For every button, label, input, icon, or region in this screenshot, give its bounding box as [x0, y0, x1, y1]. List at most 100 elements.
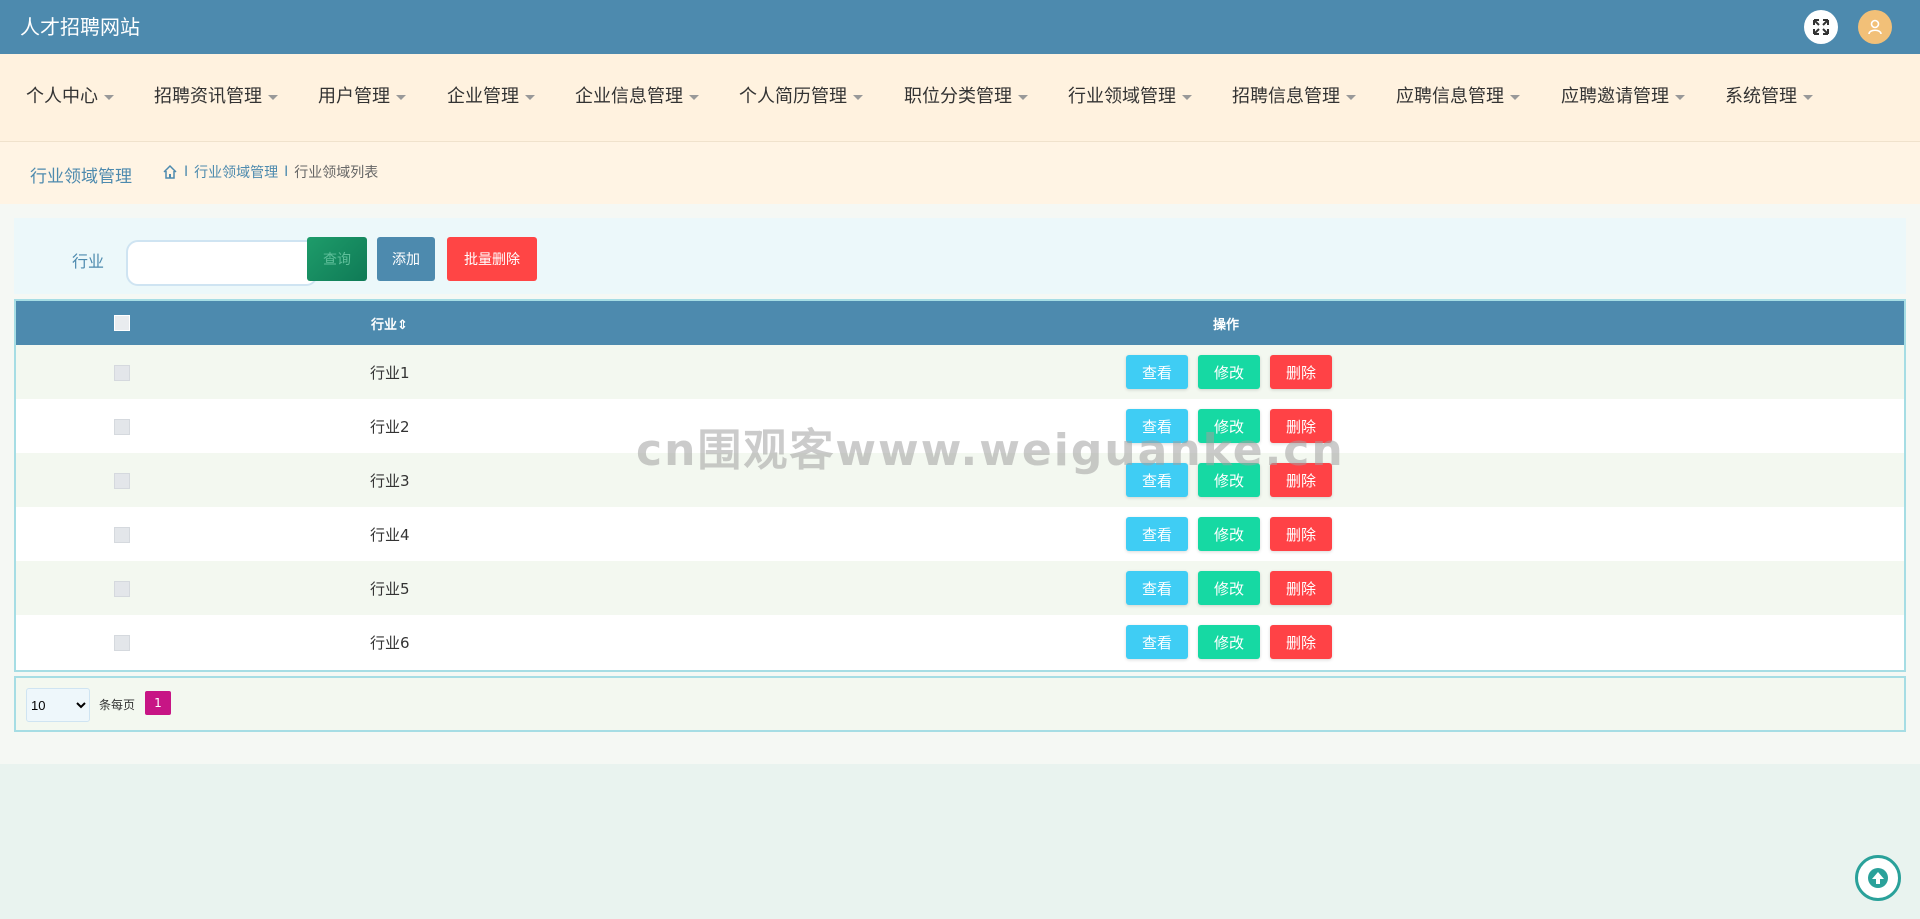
breadcrumb-separator: I: [284, 164, 289, 180]
nav-item-label: 行业领域管理: [1068, 86, 1176, 107]
nav-item-label: 应聘邀请管理: [1561, 86, 1669, 107]
caret-down-icon: [525, 94, 535, 100]
nav-item-users[interactable]: 用户管理: [318, 84, 406, 110]
header-industry-label: 行业: [371, 317, 398, 333]
industry-name-cell: 行业3: [370, 471, 410, 490]
page-size-select[interactable]: 10: [26, 688, 90, 722]
table-row: 行业1 查看 修改 删除: [16, 345, 1904, 399]
row-checkbox[interactable]: [114, 526, 130, 543]
search-panel: 行业: [14, 218, 1906, 294]
batch-delete-button[interactable]: 批量删除: [447, 237, 537, 281]
row-checkbox[interactable]: [114, 472, 130, 489]
nav-item-recruit-news[interactable]: 招聘资讯管理: [154, 84, 278, 110]
nav-item-job-postings[interactable]: 招聘信息管理: [1232, 84, 1356, 110]
row-checkbox[interactable]: [114, 580, 130, 597]
actions-cell: 查看 修改 删除: [628, 345, 1904, 399]
view-button[interactable]: 查看: [1126, 517, 1188, 551]
view-button[interactable]: 查看: [1126, 355, 1188, 389]
user-icon: [1868, 19, 1882, 35]
industry-name-cell: 行业5: [370, 579, 410, 598]
nav-item-label: 招聘资讯管理: [154, 86, 262, 107]
table-header-row: 行业⇕ 操作: [16, 301, 1904, 345]
caret-down-icon: [1510, 94, 1520, 100]
view-button[interactable]: 查看: [1126, 571, 1188, 605]
page-number-button[interactable]: 1: [145, 691, 171, 715]
industry-search-input[interactable]: [126, 240, 318, 286]
caret-down-icon: [853, 94, 863, 100]
nav-item-personal-center[interactable]: 个人中心: [26, 84, 114, 110]
per-page-label: 条每页: [99, 698, 136, 712]
nav-item-label: 企业信息管理: [575, 86, 683, 107]
home-icon[interactable]: [162, 164, 178, 180]
nav-item-company-info[interactable]: 企业信息管理: [575, 84, 699, 110]
caret-down-icon: [104, 94, 114, 100]
caret-down-icon: [396, 94, 406, 100]
breadcrumb-level2: 行业领域列表: [294, 165, 379, 181]
edit-button[interactable]: 修改: [1198, 571, 1260, 605]
table-row: 行业5 查看 修改 删除: [16, 561, 1904, 615]
nav-item-resumes[interactable]: 个人简历管理: [739, 84, 863, 110]
row-checkbox[interactable]: [114, 418, 130, 435]
industry-name-cell: 行业6: [370, 633, 410, 652]
industry-name-cell: 行业4: [370, 525, 410, 544]
user-avatar-button[interactable]: [1858, 10, 1892, 44]
nav-item-invitations[interactable]: 应聘邀请管理: [1561, 84, 1685, 110]
industry-name-cell: 行业2: [370, 417, 410, 436]
breadcrumb-level1[interactable]: 行业领域管理: [194, 162, 278, 182]
header-industry[interactable]: 行业⇕: [228, 301, 628, 345]
header-actions: 操作: [1213, 317, 1240, 333]
nav-item-label: 应聘信息管理: [1396, 86, 1504, 107]
header-select-all-cell: [16, 301, 228, 345]
actions-cell: 查看 修改 删除: [628, 561, 1904, 615]
actions-cell: 查看 修改 删除: [628, 507, 1904, 561]
row-checkbox[interactable]: [114, 634, 130, 651]
delete-button[interactable]: 删除: [1270, 517, 1332, 551]
search-button[interactable]: 查询: [307, 237, 367, 281]
back-to-top-button[interactable]: [1855, 855, 1901, 901]
breadcrumb: I 行业领域管理 I 行业领域列表: [162, 162, 378, 182]
edit-button[interactable]: 修改: [1198, 517, 1260, 551]
row-select-cell: [16, 561, 228, 615]
nav-item-label: 个人中心: [26, 86, 98, 107]
nav-item-industries[interactable]: 行业领域管理: [1068, 84, 1192, 110]
site-title: 人才招聘网站: [20, 15, 140, 39]
nav-item-companies[interactable]: 企业管理: [447, 84, 535, 110]
caret-down-icon: [1182, 94, 1192, 100]
sort-icon: ⇕: [397, 317, 408, 333]
row-select-cell: [16, 453, 228, 507]
delete-button[interactable]: 删除: [1270, 625, 1332, 659]
fullscreen-button[interactable]: [1804, 10, 1838, 44]
caret-down-icon: [689, 94, 699, 100]
select-all-checkbox[interactable]: [114, 315, 130, 331]
pagination: 10 条每页 1: [14, 676, 1906, 732]
arrow-up-icon: [1868, 868, 1888, 888]
nav-item-job-categories[interactable]: 职位分类管理: [904, 84, 1028, 110]
nav-item-system[interactable]: 系统管理: [1725, 84, 1813, 110]
content-area: 行业 行业⇕ 操作 行业1 查看 修改 删除 行业2 查看 修改 删除 行业3 …: [0, 204, 1920, 764]
top-bar: 人才招聘网站: [0, 0, 1920, 54]
edit-button[interactable]: 修改: [1198, 625, 1260, 659]
row-select-cell: [16, 615, 228, 669]
nav-item-label: 个人简历管理: [739, 86, 847, 107]
page-title: 行业领域管理: [30, 167, 132, 187]
nav-item-label: 系统管理: [1725, 86, 1797, 107]
table-row: 行业6 查看 修改 删除: [16, 615, 1904, 669]
search-label: 行业: [72, 252, 105, 271]
industry-table: 行业⇕ 操作 行业1 查看 修改 删除 行业2 查看 修改 删除 行业3 查看 …: [14, 299, 1906, 672]
nav-item-applications[interactable]: 应聘信息管理: [1396, 84, 1520, 110]
edit-button[interactable]: 修改: [1198, 355, 1260, 389]
expand-arrows-icon: [1813, 19, 1829, 35]
delete-button[interactable]: 删除: [1270, 571, 1332, 605]
row-select-cell: [16, 345, 228, 399]
industry-name-cell: 行业1: [370, 363, 410, 382]
caret-down-icon: [1675, 94, 1685, 100]
view-button[interactable]: 查看: [1126, 625, 1188, 659]
delete-button[interactable]: 删除: [1270, 355, 1332, 389]
actions-cell: 查看 修改 删除: [628, 615, 1904, 669]
add-button[interactable]: 添加: [377, 237, 435, 281]
row-select-cell: [16, 399, 228, 453]
caret-down-icon: [1803, 94, 1813, 100]
row-checkbox[interactable]: [114, 364, 130, 381]
caret-down-icon: [268, 94, 278, 100]
nav-item-label: 企业管理: [447, 86, 519, 107]
